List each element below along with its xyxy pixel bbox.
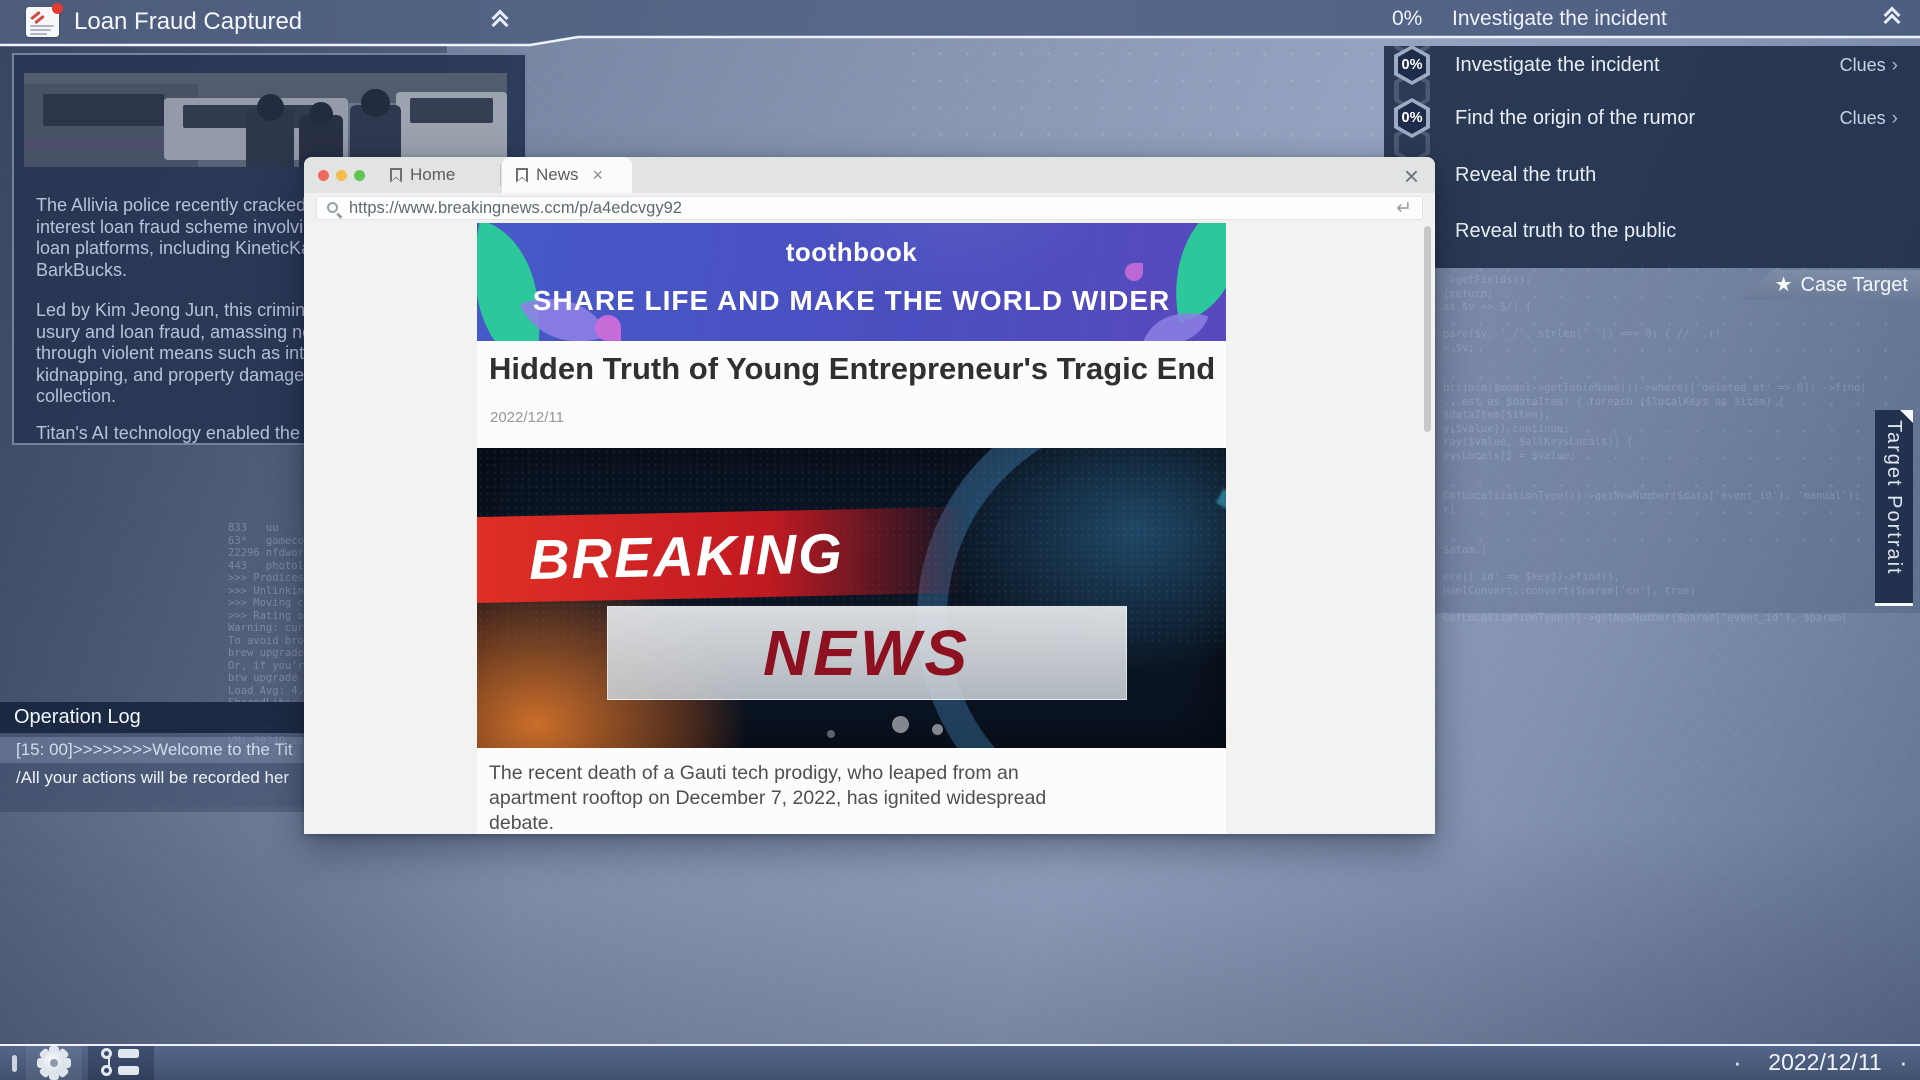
enter-arrow-icon[interactable]: ↵ bbox=[1396, 197, 1412, 219]
taskbar-date[interactable]: 2022/12/11 bbox=[1752, 1046, 1898, 1080]
date-dot-right: · bbox=[1899, 1046, 1908, 1080]
browser-window: Home News × × https://www.breakingnews.c… bbox=[304, 157, 1435, 834]
window-close-traffic-light[interactable] bbox=[318, 170, 329, 181]
bookmark-icon bbox=[390, 168, 402, 183]
tab-divider bbox=[500, 164, 501, 186]
url-bar-row: https://www.breakingnews.ccm/p/a4edcvgy9… bbox=[304, 193, 1435, 223]
breaking-news-image: BREAKING NEWS bbox=[477, 448, 1226, 748]
star-icon: ★ bbox=[1775, 275, 1793, 295]
task-list-panel: 0% 0% Investigate the incident Clues› Fi… bbox=[1384, 46, 1920, 268]
task-item-investigate[interactable]: Investigate the incident bbox=[1455, 52, 1660, 78]
news-word: NEWS bbox=[763, 616, 971, 690]
top-bar-content: Loan Fraud Captured 0% Investigate the i… bbox=[0, 0, 1920, 46]
taskbar-pill-icon bbox=[12, 1055, 17, 1072]
article-body: The recent death of a Gauti tech prodigy… bbox=[489, 761, 1089, 834]
clues-link[interactable]: Clues› bbox=[1840, 106, 1898, 130]
clues-link[interactable]: Clues› bbox=[1840, 53, 1898, 77]
url-input[interactable]: https://www.breakingnews.ccm/p/a4edcvgy9… bbox=[316, 196, 1423, 220]
chevron-right-icon: › bbox=[1892, 108, 1898, 129]
main-task-title: Investigate the incident bbox=[1452, 0, 1667, 37]
tab-close-icon[interactable]: × bbox=[593, 165, 604, 186]
news-ticker-title: Loan Fraud Captured bbox=[74, 0, 302, 44]
target-portrait-label: Target Portrait bbox=[1882, 420, 1905, 576]
search-icon bbox=[327, 202, 338, 213]
url-text: https://www.breakingnews.ccm/p/a4edcvgy9… bbox=[349, 197, 682, 219]
window-minimize-traffic-light[interactable] bbox=[336, 170, 347, 181]
task-progress-badge: 0% bbox=[1394, 46, 1430, 85]
task-item-find-origin[interactable]: Find the origin of the rumor bbox=[1455, 105, 1695, 131]
settings-button[interactable] bbox=[26, 1046, 82, 1080]
collapse-news-chevron-icon[interactable] bbox=[490, 11, 514, 31]
tab-news-active[interactable]: News × bbox=[502, 157, 632, 193]
browser-tab-bar: Home News × × bbox=[304, 157, 1435, 193]
task-log-icon bbox=[101, 1048, 141, 1078]
browser-content: toothbook SHARE LIFE AND MAKE THE WORLD … bbox=[304, 223, 1435, 834]
article-date: 2022/12/11 bbox=[490, 409, 564, 426]
game-desktop: ->getFields(); {return; as $v => $/) { p… bbox=[0, 0, 1920, 1080]
window-close-icon[interactable]: × bbox=[1404, 159, 1419, 193]
case-target-label: Case Target bbox=[1801, 274, 1908, 297]
case-target-button[interactable]: ★ Case Target bbox=[1742, 270, 1920, 300]
tab-home[interactable]: Home bbox=[376, 157, 500, 193]
right-translucent-column bbox=[1384, 268, 1920, 613]
banner-slogan: SHARE LIFE AND MAKE THE WORLD WIDER bbox=[477, 285, 1226, 317]
toothbook-logo: toothbook bbox=[477, 237, 1226, 268]
chevron-right-icon: › bbox=[1892, 55, 1898, 76]
gear-icon bbox=[37, 1046, 71, 1080]
breaking-word: BREAKING bbox=[477, 520, 844, 593]
bookmark-icon bbox=[516, 168, 528, 183]
arrest-photo bbox=[24, 73, 507, 167]
scrollbar-thumb[interactable] bbox=[1424, 226, 1431, 432]
taskbar: · 2022/12/11 · bbox=[0, 1044, 1920, 1080]
task-progress-badge: 0% bbox=[1394, 98, 1430, 138]
target-portrait-tab[interactable]: Target Portrait bbox=[1875, 410, 1913, 606]
toothbook-banner: toothbook SHARE LIFE AND MAKE THE WORLD … bbox=[477, 223, 1226, 341]
main-task-progress: 0% bbox=[1392, 0, 1422, 37]
task-item-reveal-public[interactable]: Reveal truth to the public bbox=[1455, 218, 1676, 244]
window-zoom-traffic-light[interactable] bbox=[354, 170, 365, 181]
article-headline: Hidden Truth of Young Entrepreneur's Tra… bbox=[489, 351, 1219, 387]
news-ticker-icon bbox=[26, 7, 59, 37]
date-dot-left: · bbox=[1733, 1046, 1742, 1080]
task-log-button[interactable] bbox=[88, 1046, 154, 1080]
article-column: toothbook SHARE LIFE AND MAKE THE WORLD … bbox=[477, 223, 1226, 834]
dock: <SQL> Hi bbox=[0, 935, 1920, 1005]
collapse-tasks-chevron-icon[interactable] bbox=[1882, 8, 1906, 28]
task-item-reveal-truth[interactable]: Reveal the truth bbox=[1455, 162, 1596, 188]
